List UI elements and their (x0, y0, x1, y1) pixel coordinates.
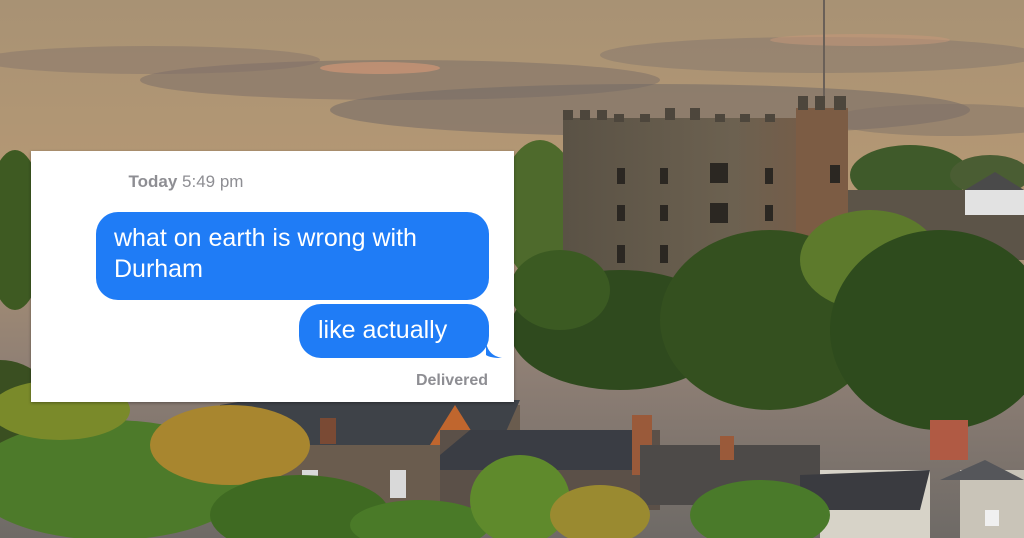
message-bubble: like actually (299, 304, 489, 358)
bubble-tail-icon (486, 343, 502, 358)
message-text: like actually (318, 316, 448, 344)
timestamp-time: 5:49 pm (182, 172, 244, 191)
message-bubble: what on earth is wrong with Durham (96, 212, 489, 300)
message-text: what on earth is wrong with Durham (114, 224, 417, 283)
message-screenshot-card: Today 5:49 pm what on earth is wrong wit… (31, 151, 514, 402)
timestamp-day: Today (128, 172, 178, 191)
message-timestamp: Today 5:49 pm (31, 172, 341, 192)
delivery-status: Delivered (415, 372, 488, 389)
